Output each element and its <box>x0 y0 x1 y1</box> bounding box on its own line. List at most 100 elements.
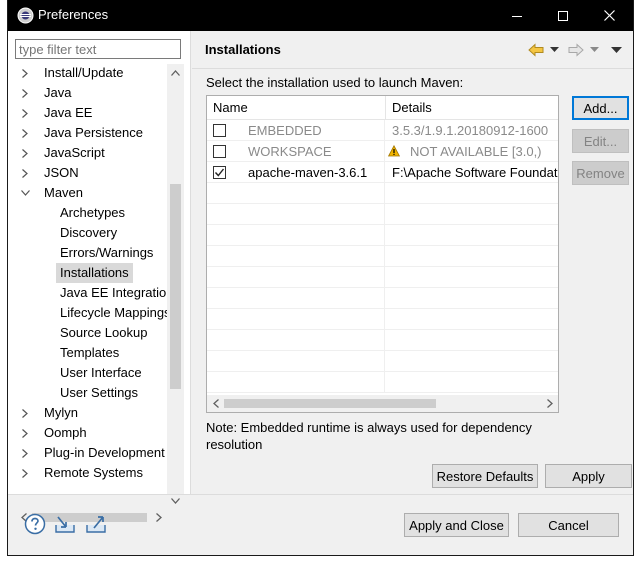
scroll-right-icon[interactable] <box>150 509 167 526</box>
chevron-right-icon[interactable] <box>19 403 31 423</box>
chevron-right-icon[interactable] <box>19 123 31 143</box>
table-horizontal-scrollbar[interactable] <box>207 395 558 412</box>
tree-item-maven[interactable]: Maven <box>15 183 170 203</box>
preference-tree-pane: Install/Update Java Java EE Java Persistenc… <box>8 31 191 526</box>
tree-item-installations[interactable]: Installations <box>15 263 170 283</box>
tree-item-label: Mylyn <box>44 405 78 420</box>
tree-item-oomph[interactable]: Oomph <box>15 423 170 443</box>
window-title: Preferences <box>38 7 109 22</box>
apply-and-close-button[interactable]: Apply and Close <box>404 513 509 537</box>
chevron-down-icon[interactable] <box>19 183 31 203</box>
minimize-button[interactable] <box>494 0 540 31</box>
tree-item-discovery[interactable]: Discovery <box>15 223 170 243</box>
tree-item-install-update[interactable]: Install/Update <box>15 63 170 83</box>
chevron-right-icon[interactable] <box>19 423 31 443</box>
column-divider <box>384 288 385 309</box>
scroll-right-icon[interactable] <box>541 395 558 412</box>
add-button[interactable]: Add... <box>572 96 629 120</box>
installation-checkbox[interactable] <box>213 124 226 137</box>
scroll-up-icon[interactable] <box>167 64 184 81</box>
page-title: Installations <box>205 42 281 57</box>
installation-details: NOT AVAILABLE [3.0,) <box>410 144 542 159</box>
tree-item-user-interface[interactable]: User Interface <box>15 363 170 383</box>
column-header-details[interactable]: Details <box>385 96 558 120</box>
column-header-name[interactable]: Name <box>207 96 385 120</box>
tree-item-templates[interactable]: Templates <box>15 343 170 363</box>
back-button[interactable] <box>528 41 559 59</box>
view-menu-button[interactable] <box>611 41 622 59</box>
column-divider <box>384 141 385 162</box>
column-divider <box>384 372 385 393</box>
edit-button[interactable]: Edit... <box>572 129 629 153</box>
tree-item-label: Oomph <box>44 425 87 440</box>
column-divider <box>384 120 385 141</box>
scroll-left-icon[interactable] <box>207 395 224 412</box>
restore-defaults-button[interactable]: Restore Defaults <box>432 464 538 488</box>
eclipse-icon <box>17 7 34 24</box>
tree-item-plug-in-development[interactable]: Plug-in Development <box>15 443 170 463</box>
page-header: Installations <box>192 31 633 69</box>
tree-item-java-ee-integration[interactable]: Java EE Integration <box>15 283 170 303</box>
import-icon[interactable] <box>54 513 76 535</box>
back-arrow-icon <box>528 43 544 57</box>
chevron-down-icon <box>590 47 599 52</box>
tree-item-errors-warnings[interactable]: Errors/Warnings <box>15 243 170 263</box>
tree-item-label: Maven <box>44 185 84 200</box>
installation-checkbox[interactable] <box>213 166 226 179</box>
preferences-window: Preferences Install/Update Java Java EE Jav… <box>7 0 634 556</box>
tree-vertical-scrollbar[interactable] <box>167 64 184 509</box>
column-divider <box>384 246 385 267</box>
tree-item-remote-systems[interactable]: Remote Systems <box>15 463 170 481</box>
tree-item-user-settings[interactable]: User Settings <box>15 383 170 403</box>
warning-icon <box>387 144 401 157</box>
table-row[interactable]: apache-maven-3.6.1 F:\Apache Software Fou… <box>207 162 558 183</box>
chevron-right-icon[interactable] <box>19 143 31 163</box>
remove-button[interactable]: Remove <box>572 161 629 185</box>
table-row[interactable]: EMBEDDED 3.5.3/1.9.1.20180912-1600 <box>207 120 558 141</box>
tree-item-javascript[interactable]: JavaScript <box>15 143 170 163</box>
tree-item-archetypes[interactable]: Archetypes <box>15 203 170 223</box>
help-icon[interactable] <box>24 513 46 535</box>
table-row-empty <box>207 246 558 267</box>
column-divider <box>384 183 385 204</box>
tree-item-label: JSON <box>44 165 79 180</box>
tree-item-mylyn[interactable]: Mylyn <box>15 403 170 423</box>
table-row-empty <box>207 330 558 351</box>
tree-item-label: Java EE <box>44 105 93 120</box>
installation-checkbox[interactable] <box>213 145 226 158</box>
table-row[interactable]: WORKSPACE NOT AVAILABLE [3.0,) <box>207 141 558 162</box>
chevron-right-icon[interactable] <box>19 103 31 123</box>
tree-item-source-lookup[interactable]: Source Lookup <box>15 323 170 343</box>
scroll-thumb[interactable] <box>170 184 181 389</box>
forward-button[interactable] <box>568 41 599 59</box>
scroll-thumb[interactable] <box>224 399 436 408</box>
tree-item-lifecycle-mappings[interactable]: Lifecycle Mappings <box>15 303 170 323</box>
chevron-right-icon[interactable] <box>19 463 31 481</box>
table-header: Name Details <box>207 96 558 120</box>
tree-item-label: Lifecycle Mappings <box>60 305 170 320</box>
chevron-right-icon[interactable] <box>19 443 31 463</box>
tree-item-label: Install/Update <box>44 65 124 80</box>
chevron-right-icon[interactable] <box>19 163 31 183</box>
maximize-button[interactable] <box>540 0 586 31</box>
column-divider <box>384 351 385 372</box>
chevron-right-icon[interactable] <box>19 63 31 83</box>
tree-item-java-ee[interactable]: Java EE <box>15 103 170 123</box>
tree-item-java-persistence[interactable]: Java Persistence <box>15 123 170 143</box>
filter-input[interactable] <box>15 39 181 59</box>
installations-table[interactable]: Name Details EMBEDDED 3.5.3/1.9.1.2018091… <box>206 95 559 413</box>
tree-item-java[interactable]: Java <box>15 83 170 103</box>
apply-button[interactable]: Apply <box>545 464 632 488</box>
tree-item-label: Discovery <box>60 225 118 240</box>
close-button[interactable] <box>586 0 632 31</box>
tree-item-label: User Settings <box>60 385 139 400</box>
table-row-empty <box>207 183 558 204</box>
table-row-empty <box>207 288 558 309</box>
column-divider <box>384 162 385 183</box>
cancel-button[interactable]: Cancel <box>518 513 619 537</box>
chevron-right-icon[interactable] <box>19 83 31 103</box>
title-bar: Preferences <box>8 0 633 31</box>
tree-item-json[interactable]: JSON <box>15 163 170 183</box>
table-row-empty <box>207 267 558 288</box>
export-icon[interactable] <box>85 513 107 535</box>
